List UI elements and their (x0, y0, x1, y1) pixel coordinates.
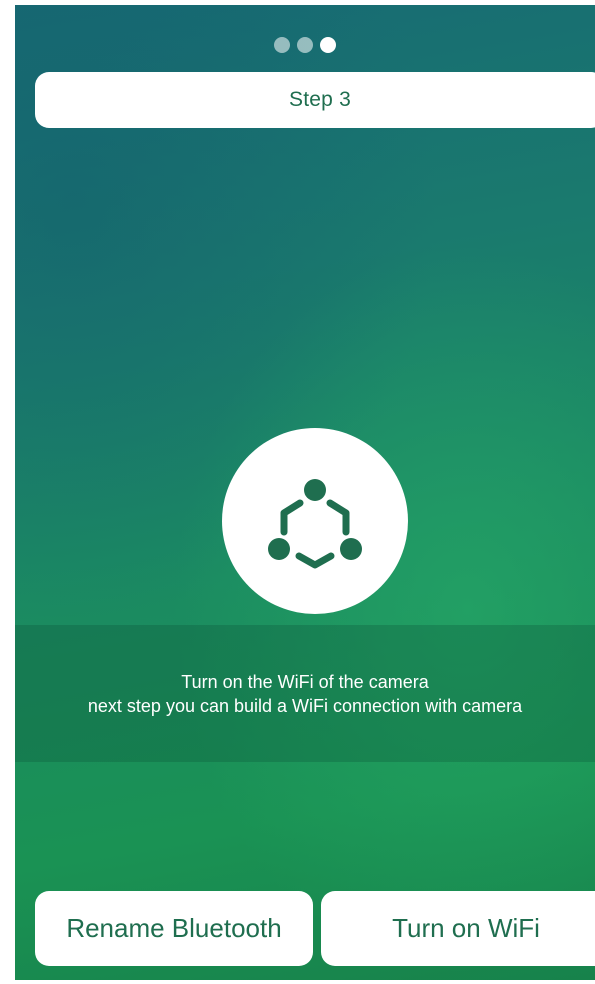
action-bar: Rename Bluetooth Turn on WiFi (35, 891, 595, 966)
app-screen: Step 3 Turn on the WiFi of the camera ne… (15, 5, 595, 980)
instruction-line-2: next step you can build a WiFi connectio… (87, 695, 523, 716)
turn-on-wifi-button[interactable]: Turn on WiFi (321, 891, 595, 966)
step-dot-2 (297, 37, 313, 53)
step-dot-3-active (320, 37, 336, 53)
connection-hub-icon (268, 479, 362, 569)
step-indicator (15, 37, 595, 53)
step-banner: Step 3 (35, 72, 595, 128)
instruction-panel: Turn on the WiFi of the camera next step… (15, 625, 595, 762)
instruction-line-1: Turn on the WiFi of the camera (181, 671, 429, 692)
rename-bluetooth-button[interactable]: Rename Bluetooth (35, 891, 313, 966)
step-title: Step 3 (289, 88, 351, 111)
step-dot-1 (274, 37, 290, 53)
hero-icon-circle (222, 428, 408, 614)
